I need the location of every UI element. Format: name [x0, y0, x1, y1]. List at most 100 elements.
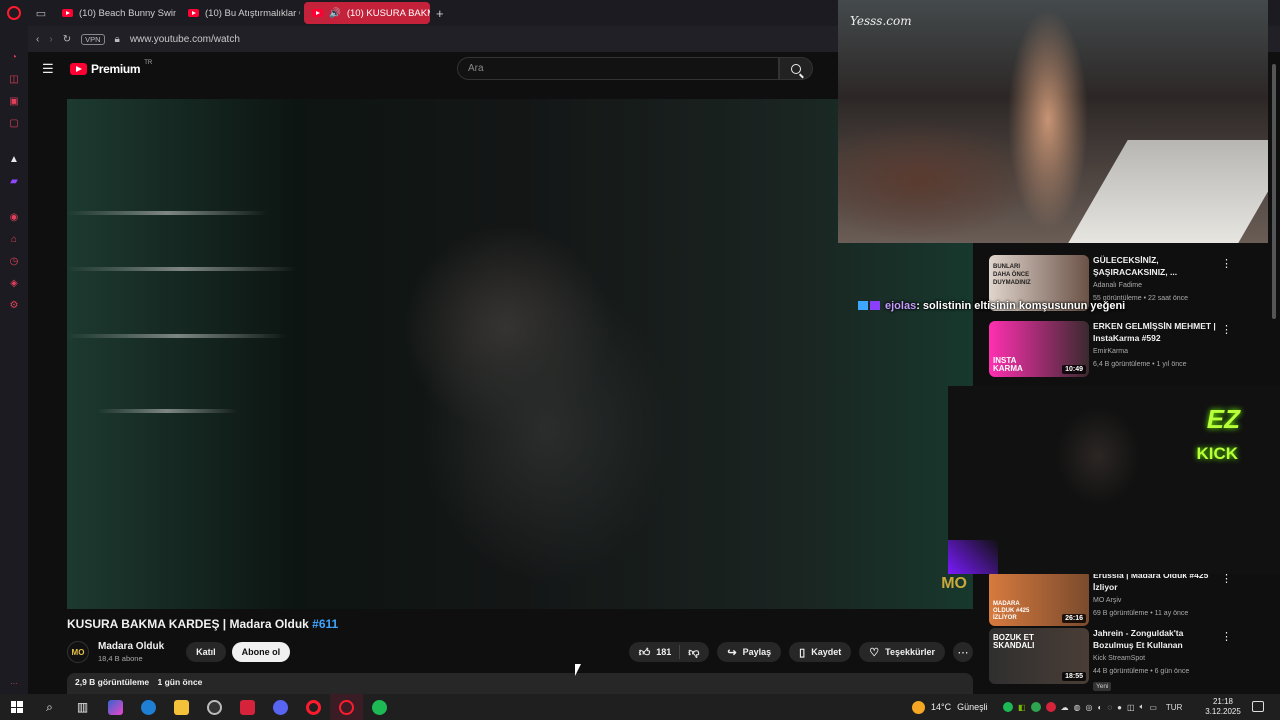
- motion-streak: [67, 211, 267, 215]
- channel-avatar[interactable]: MO: [67, 641, 89, 663]
- network-tray-icon[interactable]: ◎: [1086, 703, 1093, 712]
- list-item[interactable]: MADARA OLDUK #425 İZLİYOR 26:16 Erussia …: [985, 570, 1265, 628]
- video-actions: 👍︎ 181 👎︎ ↪ Paylaş ▯ Kaydet ♡ Teşekkürle…: [628, 642, 973, 662]
- thanks-button[interactable]: ♡ Teşekkürler: [859, 642, 945, 662]
- forward-icon[interactable]: ›: [49, 34, 52, 45]
- tab-atistirmaliklar[interactable]: (10) Bu Atıştırmalıklar Gen: [180, 2, 300, 24]
- youtube-logo[interactable]: Premium TR: [70, 60, 153, 76]
- start-button[interactable]: [0, 694, 33, 720]
- like-button[interactable]: 👍︎ 181: [629, 645, 681, 659]
- recommendation-channel[interactable]: MO Arşiv: [1093, 597, 1121, 604]
- tab-overview-icon[interactable]: ▭: [28, 0, 54, 26]
- opera-gx-icon[interactable]: [330, 694, 363, 720]
- tab-kusura-bakma[interactable]: 🔊 (10) KUSURA BAKMA: [304, 2, 430, 24]
- scrollbar-thumb[interactable]: [1272, 64, 1276, 319]
- speaker-icon[interactable]: 🔈︎: [1140, 702, 1145, 712]
- thumbnail-caption: BUNLARI DAHA ÖNCE DUYMADINIZ: [993, 264, 1031, 286]
- messenger-icon[interactable]: ▣: [7, 94, 21, 108]
- video-thumbnail[interactable]: INSTA KARMA 10:49: [989, 321, 1089, 377]
- history-icon[interactable]: ◷: [7, 254, 21, 268]
- discord-icon[interactable]: [264, 694, 297, 720]
- list-item[interactable]: BOZUK ET SKANDALI 18:55 Jahrein - Zongul…: [985, 628, 1265, 691]
- recommendation-channel[interactable]: Kick StreamSpot: [1093, 655, 1145, 662]
- tab-label: (10) KUSURA BAKMA: [346, 7, 430, 19]
- subscribe-button[interactable]: Abone ol: [231, 642, 291, 662]
- reload-icon[interactable]: ↻: [63, 34, 71, 45]
- discord-tray-icon[interactable]: ◐: [1098, 703, 1103, 712]
- recommendation-channel[interactable]: Adanalı Fadime: [1093, 282, 1142, 289]
- spotify-tray-icon[interactable]: [1003, 702, 1013, 712]
- share-label: Paylaş: [742, 647, 772, 657]
- aria-ai-icon[interactable]: ▲: [7, 152, 21, 166]
- search-icon[interactable]: ⌕: [33, 694, 66, 720]
- video-duration: 18:55: [1062, 672, 1086, 681]
- weather-widget[interactable]: 14°C Güneşli: [912, 694, 988, 720]
- twitch-icon[interactable]: ▰: [7, 174, 21, 188]
- pin-icon[interactable]: ⌂: [7, 232, 21, 246]
- thumbnail-caption: INSTA KARMA: [993, 356, 1023, 373]
- logo-region: TR: [144, 60, 153, 66]
- edge-icon[interactable]: [132, 694, 165, 720]
- aria-icon[interactable]: ◔: [7, 50, 21, 64]
- opera-icon[interactable]: [297, 694, 330, 720]
- recommendation-title[interactable]: GÜLECEKSİNİZ, ŞAŞIRACAKSINIZ, ...: [1093, 255, 1217, 278]
- vpn-badge[interactable]: VPN: [81, 33, 105, 45]
- settings-icon[interactable]: ⚙: [7, 298, 21, 312]
- task-view-icon[interactable]: ▥: [66, 694, 99, 720]
- description-box[interactable]: 2,9 B görüntüleme 1 gün önce: [67, 673, 973, 694]
- voice-app-icon[interactable]: [231, 694, 264, 720]
- url-field[interactable]: www.youtube.com/watch: [130, 34, 240, 45]
- recommendation-title[interactable]: Jahrein - Zonguldak'ta Bozulmuş Et Kulla…: [1093, 628, 1217, 652]
- channel-info: Madara Olduk 18,4 B abone: [98, 641, 164, 663]
- video-hashtag[interactable]: #611: [312, 617, 338, 631]
- nvidia-tray-icon[interactable]: ◧: [1018, 703, 1026, 712]
- share-button[interactable]: ↪ Paylaş: [717, 642, 782, 662]
- recommendation-title[interactable]: ERKEN GELMİŞSİN MEHMET | InstaKarma #592: [1093, 321, 1217, 344]
- clock[interactable]: 21:18 3.12.2025: [1205, 697, 1241, 717]
- app-tray-icon[interactable]: [1030, 702, 1041, 712]
- search-button[interactable]: [779, 57, 813, 80]
- like-dislike-group: 👍︎ 181 👎︎: [628, 642, 710, 662]
- file-explorer-icon[interactable]: [165, 694, 198, 720]
- search-input[interactable]: Ara: [457, 57, 779, 80]
- microphone-icon[interactable]: ●: [1117, 703, 1122, 712]
- more-options-icon[interactable]: ⋮: [1221, 323, 1232, 336]
- bag-icon[interactable]: ◫: [7, 72, 21, 86]
- recommendation-channel[interactable]: EmirKarma: [1093, 348, 1128, 355]
- more-options-icon[interactable]: ⋮: [1221, 630, 1232, 643]
- tab-beach-bunny[interactable]: (10) Beach Bunny Swimw: [54, 2, 176, 24]
- save-button[interactable]: ▯ Kaydet: [789, 642, 852, 662]
- wifi-icon[interactable]: ◫: [1127, 703, 1135, 712]
- instagram-icon[interactable]: ▢: [7, 116, 21, 130]
- hamburger-menu-icon[interactable]: ☰: [42, 61, 56, 77]
- tab-label: (10) Bu Atıştırmalıklar Gen: [205, 7, 300, 19]
- channel-name[interactable]: Madara Olduk: [98, 641, 164, 652]
- player-icon[interactable]: ◉: [7, 210, 21, 224]
- dislike-button[interactable]: 👎︎: [680, 646, 709, 659]
- notification-icon[interactable]: [1252, 701, 1264, 712]
- more-actions-button[interactable]: ⋯: [953, 642, 973, 662]
- back-icon[interactable]: ‹: [36, 34, 39, 45]
- opera-menu-icon[interactable]: [0, 0, 28, 26]
- page-scrollbar[interactable]: [1272, 52, 1276, 694]
- copilot-icon[interactable]: [99, 694, 132, 720]
- more-options-icon[interactable]: ⋮: [1221, 257, 1232, 270]
- spotify-icon[interactable]: [363, 694, 396, 720]
- video-thumbnail[interactable]: BOZUK ET SKANDALI 18:55: [989, 628, 1089, 684]
- speed-dial-icon[interactable]: ◈: [7, 276, 21, 290]
- join-button[interactable]: Katıl: [186, 642, 226, 662]
- battery-icon[interactable]: ▭: [1149, 703, 1157, 712]
- chat-badge-icon: [870, 301, 880, 310]
- speaker-icon: 🔊: [329, 7, 341, 19]
- shield-tray-icon[interactable]: ◍: [1074, 703, 1081, 712]
- language-indicator[interactable]: TUR: [1166, 703, 1182, 712]
- settings-tray-icon[interactable]: ◌: [1107, 703, 1112, 712]
- list-item[interactable]: INSTA KARMA 10:49 ERKEN GELMİŞSİN MEHMET…: [985, 321, 1265, 379]
- chrome-icon[interactable]: [198, 694, 231, 720]
- new-tab-button[interactable]: +: [436, 6, 444, 21]
- cloud-tray-icon[interactable]: ☁: [1061, 703, 1069, 712]
- more-icon[interactable]: ···: [0, 679, 28, 688]
- vpn-tray-icon[interactable]: [1045, 702, 1056, 712]
- share-icon: ↪: [727, 646, 737, 659]
- video-thumbnail[interactable]: MADARA OLDUK #425 İZLİYOR 26:16: [989, 570, 1089, 626]
